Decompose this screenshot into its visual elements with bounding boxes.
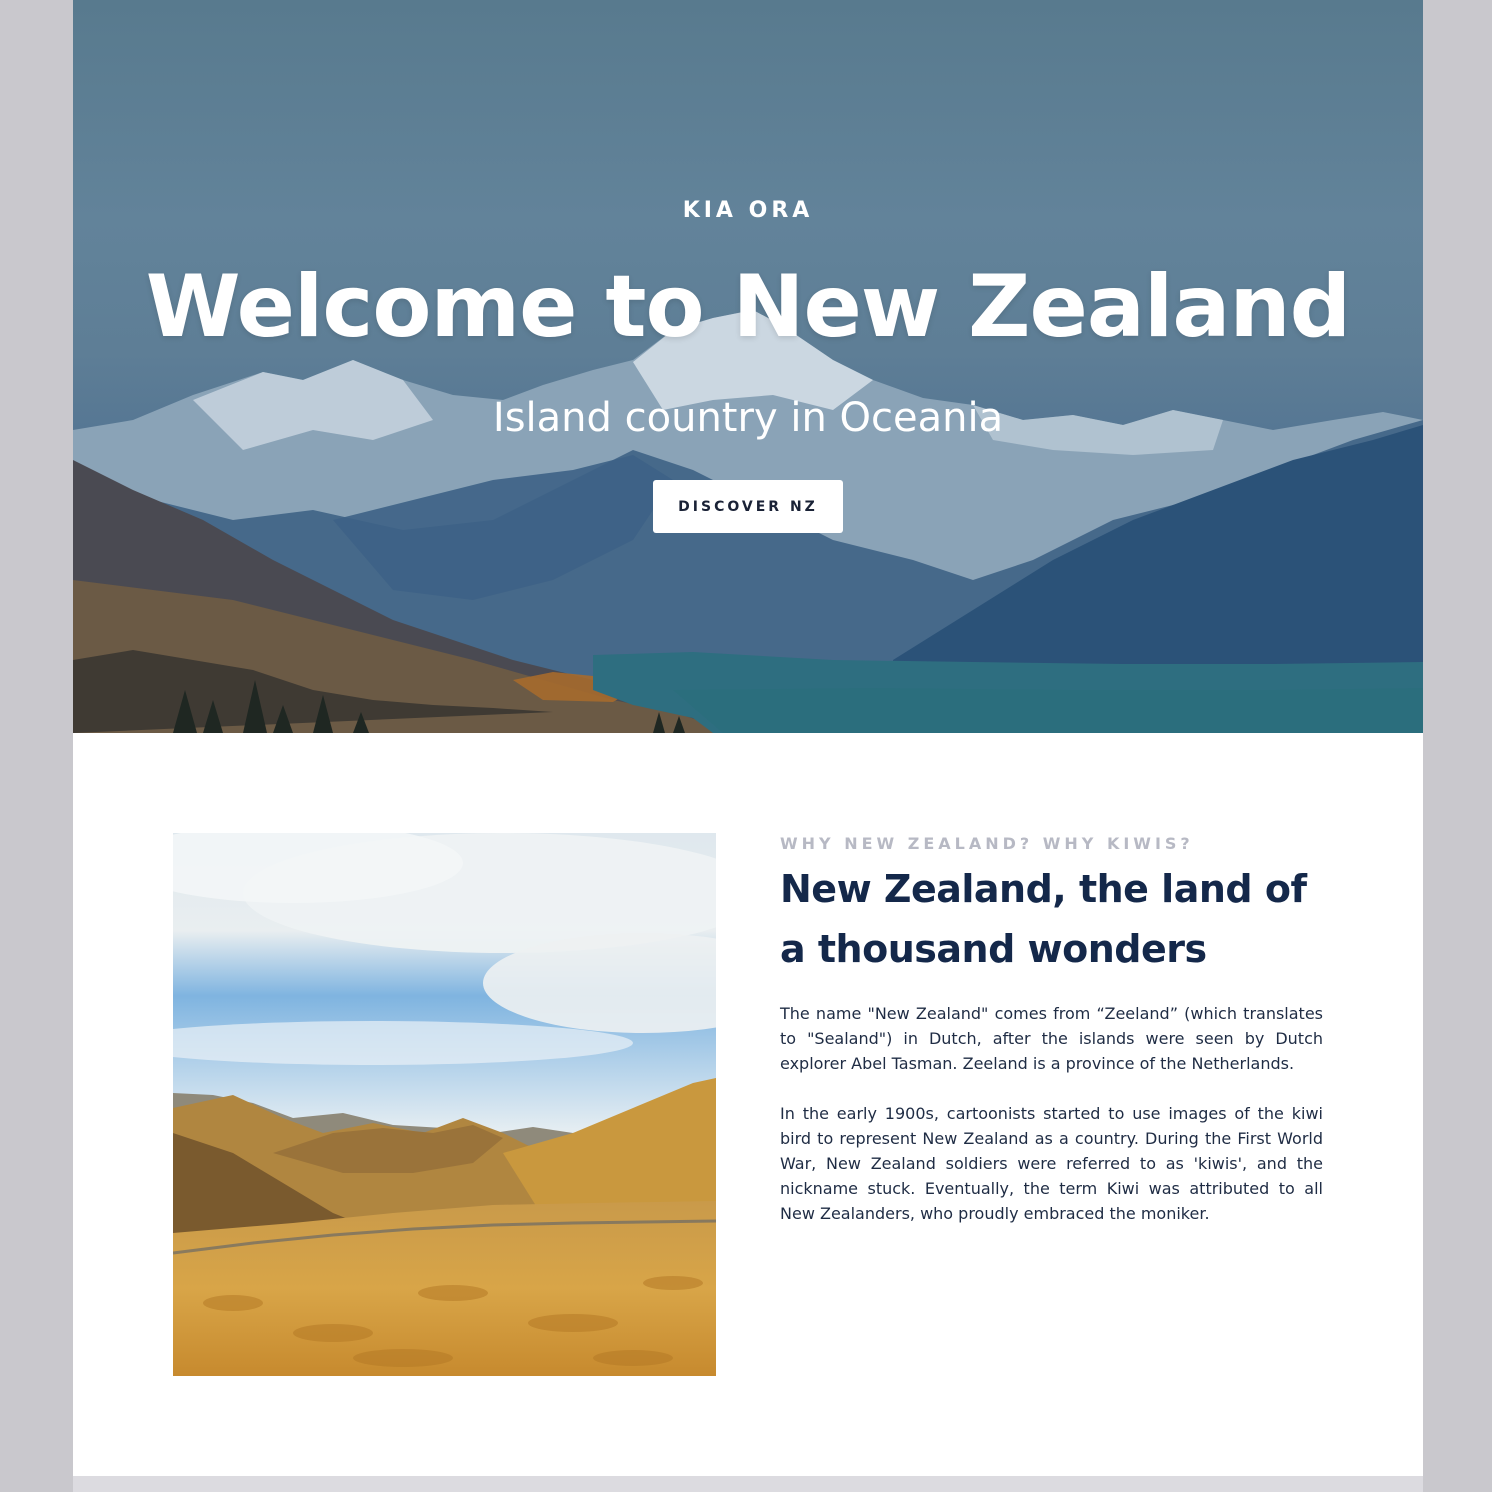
footer-strip <box>73 1476 1423 1492</box>
section-eyebrow: WHY NEW ZEALAND? WHY KIWIS? <box>780 834 1194 853</box>
about-text-column: WHY NEW ZEALAND? WHY KIWIS? New Zealand,… <box>780 833 1323 1226</box>
hero-title: Welcome to New Zealand <box>145 257 1351 357</box>
hero-kicker: KIA ORA <box>682 198 814 223</box>
hero-mountain-lake-image <box>73 310 1423 733</box>
section-heading: New Zealand, the land of a thousand wond… <box>780 867 1307 971</box>
page: KIA ORA Welcome to New Zealand Island co… <box>73 0 1423 1476</box>
hero-section: KIA ORA Welcome to New Zealand Island co… <box>73 0 1423 733</box>
discover-nz-button[interactable]: DISCOVER NZ <box>653 480 843 533</box>
paragraph-name-origin: The name "New Zealand" comes from “Zeela… <box>780 1004 1323 1073</box>
valley-landscape-photo <box>173 833 716 1376</box>
hero-subtitle: Island country in Oceania <box>492 395 1004 441</box>
paragraph-kiwi-nickname: In the early 1900s, cartoonists started … <box>780 1104 1323 1223</box>
